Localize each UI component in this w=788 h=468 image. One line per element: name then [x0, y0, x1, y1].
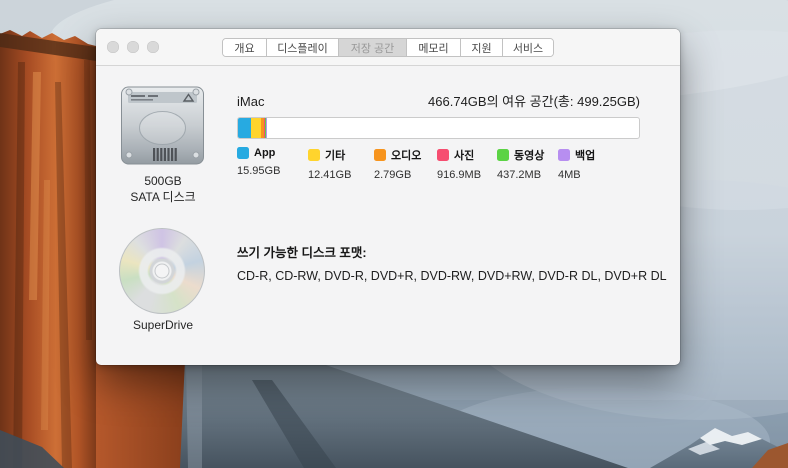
storage-bar-segments: [238, 118, 266, 138]
disk-type-text: SATA 디스크: [96, 190, 230, 206]
close-button[interactable]: [107, 41, 119, 53]
tab-service[interactable]: 서비스: [503, 39, 553, 56]
hard-disk-icon: [120, 84, 205, 170]
legend-value: 916.9MB: [437, 169, 497, 181]
legend-value: 4MB: [558, 169, 618, 181]
tab-support[interactable]: 지원: [461, 39, 503, 56]
minimize-button[interactable]: [127, 41, 139, 53]
tab-storage[interactable]: 저장 공간: [339, 39, 407, 56]
bar-segment-기타: [251, 118, 261, 138]
traffic-lights: [107, 41, 159, 53]
window-titlebar: 개요 디스플레이 저장 공간 메모리 지원 서비스: [96, 29, 680, 66]
storage-bar: [237, 117, 640, 139]
legend-value: 2.79GB: [374, 169, 437, 181]
legend-value: 15.95GB: [237, 165, 308, 177]
legend-item-audio: 오디오 2.79GB: [374, 147, 437, 181]
legend-label: 사진: [454, 147, 474, 163]
legend-item-photos: 사진 916.9MB: [437, 147, 497, 181]
writable-formats-list: CD-R, CD-RW, DVD-R, DVD+R, DVD-RW, DVD+R…: [237, 269, 667, 283]
legend-label: 기타: [325, 147, 345, 163]
legend-item-movies: 동영상 437.2MB: [497, 147, 558, 181]
device-row: iMac 466.74GB의 여유 공간(총: 499.25GB): [237, 91, 640, 110]
legend-item-backups: 백업 4MB: [558, 147, 618, 181]
free-space-text: 466.74GB의 여유 공간(총: 499.25GB): [428, 91, 640, 110]
legend-item-app: App 15.95GB: [237, 147, 308, 181]
legend-swatch-backups: [558, 149, 570, 161]
legend-label: 백업: [575, 147, 595, 163]
legend-value: 12.41GB: [308, 169, 374, 181]
legend-swatch-app: [237, 147, 249, 159]
tab-displays[interactable]: 디스플레이: [267, 39, 339, 56]
zoom-button[interactable]: [147, 41, 159, 53]
legend-label: 동영상: [514, 147, 544, 163]
legend-swatch-movies: [497, 149, 509, 161]
storage-pane: 500GB SATA 디스크 iMac 466.74GB의 여유 공간(총: 4…: [96, 66, 680, 365]
disk-name-label: 500GB SATA 디스크: [96, 174, 230, 205]
disk-size-text: 500GB: [96, 174, 230, 190]
legend-value: 437.2MB: [497, 169, 558, 181]
tab-overview[interactable]: 개요: [223, 39, 267, 56]
tab-memory[interactable]: 메모리: [407, 39, 461, 56]
legend-swatch-other: [308, 149, 320, 161]
storage-legend: App 15.95GB 기타 12.41GB 오디오 2.79GB 사진 916…: [237, 147, 618, 181]
bar-segment-App: [238, 118, 251, 138]
writable-formats-title: 쓰기 가능한 디스크 포맷:: [237, 242, 367, 261]
superdrive-name-label: SuperDrive: [96, 318, 230, 334]
tab-bar: 개요 디스플레이 저장 공간 메모리 지원 서비스: [222, 38, 554, 57]
legend-label: 오디오: [391, 147, 421, 163]
legend-label: App: [254, 147, 275, 159]
disc-center-hole: [155, 264, 170, 279]
superdrive-disc-icon: [119, 228, 205, 314]
legend-swatch-audio: [374, 149, 386, 161]
device-name: iMac: [237, 94, 264, 109]
legend-item-other: 기타 12.41GB: [308, 147, 374, 181]
about-this-mac-window: 개요 디스플레이 저장 공간 메모리 지원 서비스: [96, 29, 680, 365]
legend-swatch-photos: [437, 149, 449, 161]
